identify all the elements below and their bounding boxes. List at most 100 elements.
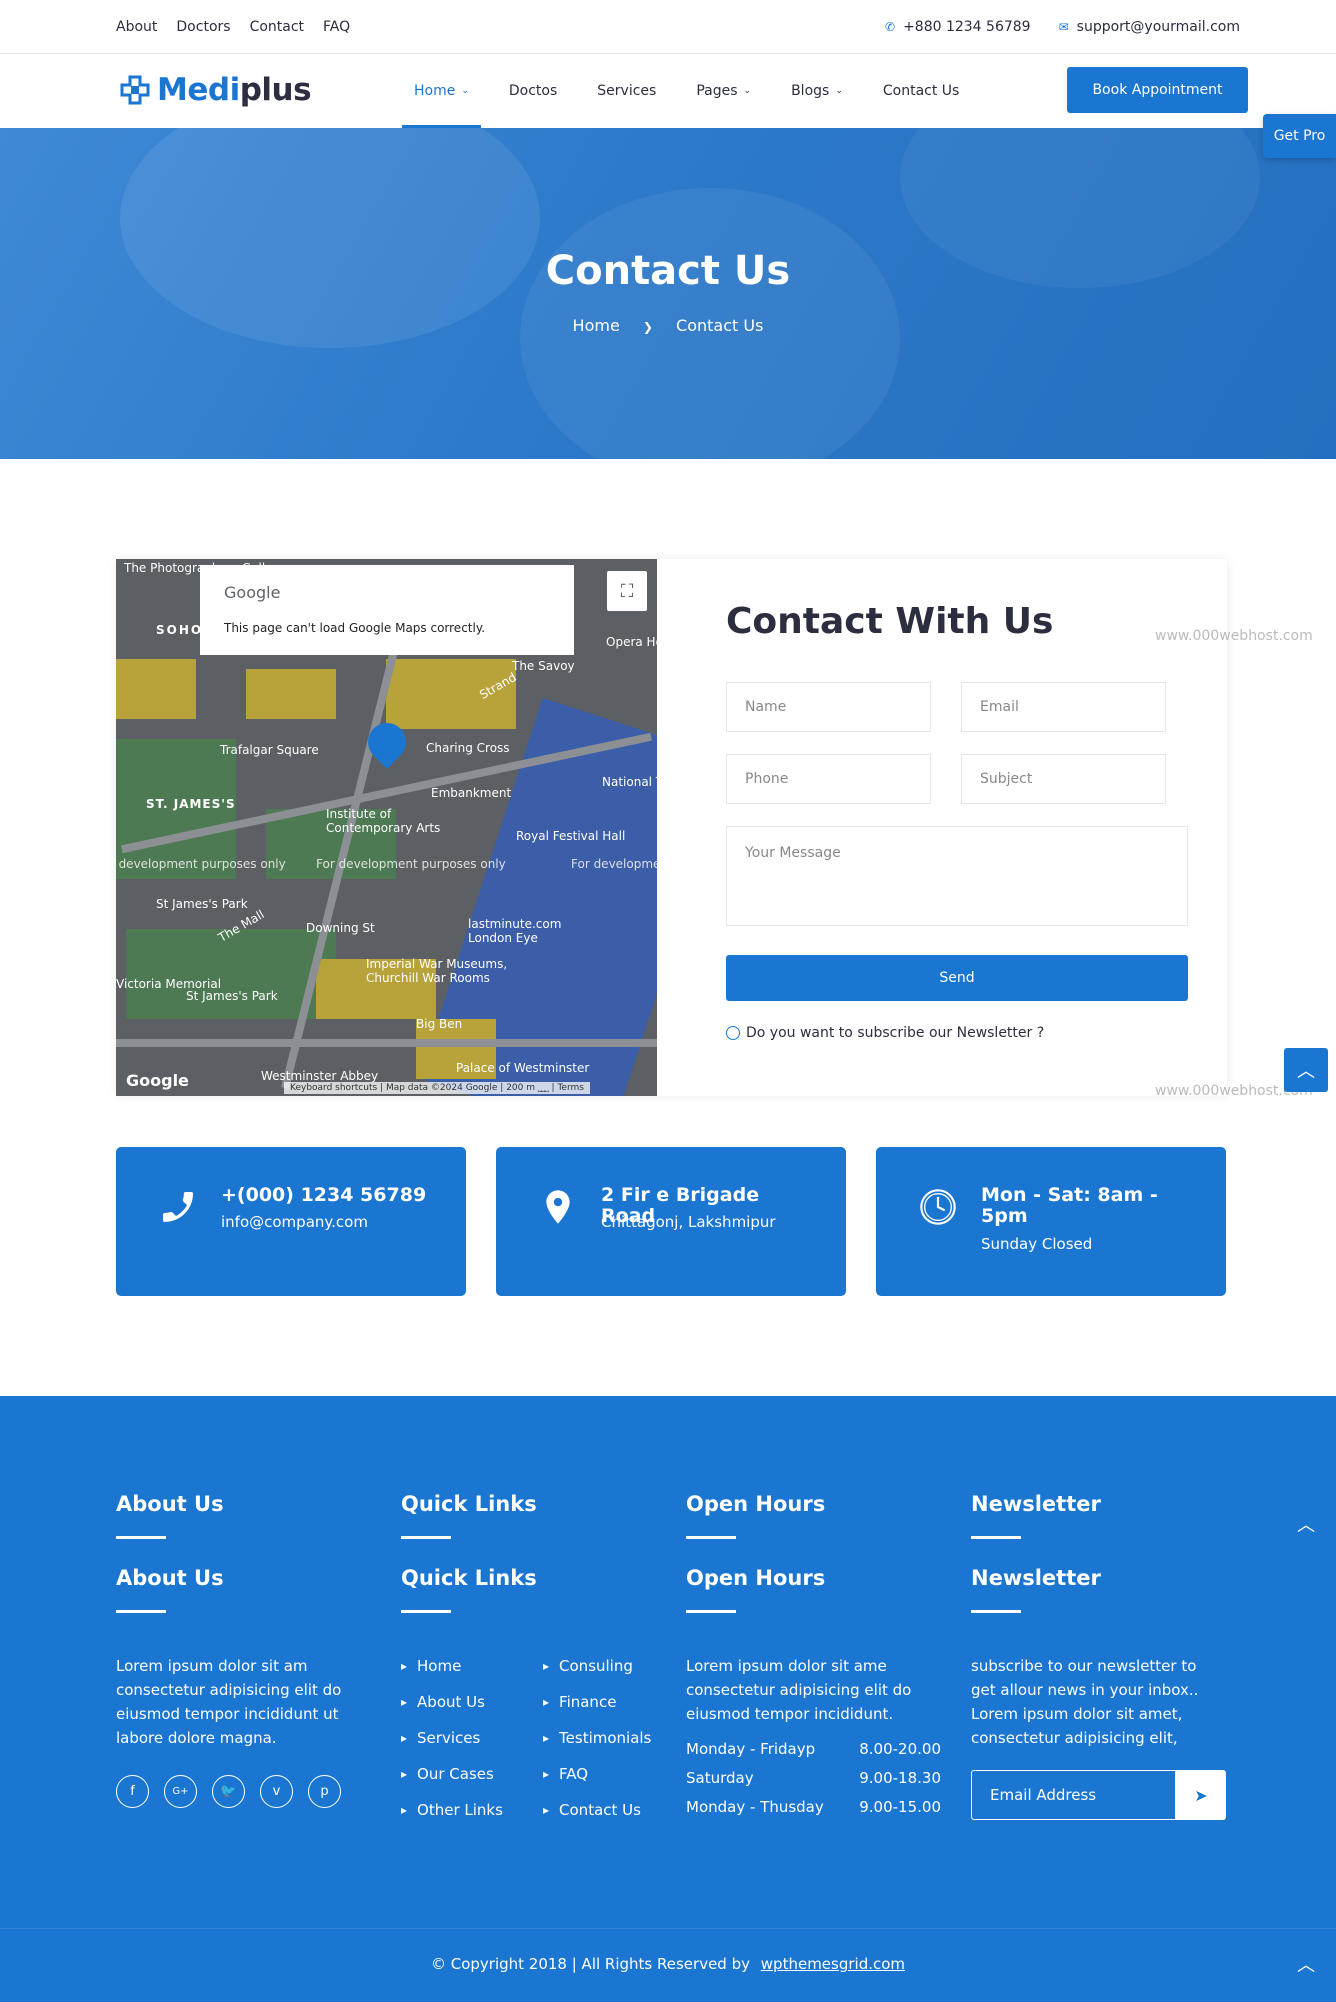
map-label: Opera House <box>606 635 657 649</box>
info-card-sub: info@company.com <box>221 1213 368 1231</box>
name-field[interactable]: Name <box>726 682 931 732</box>
nav-item-contact-us[interactable]: Contact Us <box>871 54 971 128</box>
fullscreen-icon[interactable]: ⛶ <box>607 571 647 611</box>
scroll-to-top-button[interactable]: ︿ <box>1284 1048 1328 1092</box>
topbar-phone-text: +880 1234 56789 <box>903 18 1031 35</box>
nav-label: Doctos <box>508 83 558 99</box>
newsletter-checkbox-label: Do you want to subscribe our Newsletter … <box>746 1025 1045 1041</box>
footer-link-other-links[interactable]: Other Links <box>401 1792 503 1828</box>
logo-text-dark: plus <box>239 72 312 108</box>
send-button[interactable]: Send <box>726 955 1188 1001</box>
chevron-right-icon: ❯ <box>642 320 653 334</box>
keyboard-shortcuts-link[interactable]: Keyboard shortcuts <box>290 1083 377 1093</box>
footer-link-finance[interactable]: Finance <box>543 1684 651 1720</box>
footer-link-testimonials[interactable]: Testimonials <box>543 1720 651 1756</box>
footer-link-services[interactable]: Services <box>401 1720 503 1756</box>
footer-link-about-us[interactable]: About Us <box>401 1684 503 1720</box>
contact-section: The Photographers Gallery SOHO Trafalgar… <box>116 559 1227 1096</box>
clock-icon <box>920 1189 956 1225</box>
hours-day: Saturday <box>686 1769 754 1787</box>
footer-newsletter-text: subscribe to our newsletter to get allou… <box>971 1657 1199 1747</box>
map-embed[interactable]: The Photographers Gallery SOHO Trafalgar… <box>116 559 657 1096</box>
info-card-title: Mon - Sat: 8am - 5pm <box>981 1184 1158 1227</box>
nav-item-doctors[interactable]: Doctos <box>497 54 569 128</box>
map-pin-icon <box>546 1190 570 1224</box>
nav-item-blogs[interactable]: Blogs ⌄ <box>779 54 855 128</box>
map-label: Institute of Contemporary Arts <box>326 807 441 835</box>
copyright-link[interactable]: wpthemesgrid.com <box>761 1955 905 1973</box>
map-label: Embankment <box>431 786 512 800</box>
map-label: National Th <box>602 775 657 789</box>
google-plus-icon[interactable]: G+ <box>164 1775 197 1808</box>
message-textarea[interactable]: Your Message <box>726 826 1188 926</box>
topbar-contact: ✆ +880 1234 56789 ✉ support@yourmail.com <box>885 19 1240 35</box>
footer-heading-quick-links: Quick Links <box>401 1492 537 1516</box>
heading-underline <box>116 1536 166 1539</box>
main-header: Mediplus Home ⌄ Doctos Services Pages ⌄ Bl… <box>0 54 1336 128</box>
topbar-link-doctors[interactable]: Doctors <box>176 19 230 35</box>
footer-about-text: Lorem ipsum dolor sit am consectetur adi… <box>116 1657 342 1747</box>
map-attribution: Keyboard shortcuts | Map data ©2024 Goog… <box>284 1082 590 1094</box>
footer-link-our-cases[interactable]: Our Cases <box>401 1756 503 1792</box>
medical-cross-icon <box>120 75 150 105</box>
footer-heading-newsletter: Newsletter <box>971 1492 1101 1516</box>
topbar-phone[interactable]: ✆ +880 1234 56789 <box>885 19 1031 35</box>
phone-field[interactable]: Phone <box>726 754 931 804</box>
scroll-to-top-button[interactable]: ︿ <box>1284 1502 1328 1546</box>
heading-underline <box>401 1536 451 1539</box>
newsletter-email-input[interactable]: Email Address <box>971 1770 1176 1820</box>
email-field[interactable]: Email <box>961 682 1166 732</box>
chevron-down-icon: ⌄ <box>835 86 843 96</box>
hours-time: 9.00-15.00 <box>859 1798 941 1816</box>
pinterest-icon[interactable]: p <box>308 1775 341 1808</box>
info-cards: +(000) 1234 56789 info@company.com 2 Fir… <box>116 1147 1226 1296</box>
subject-field[interactable]: Subject <box>961 754 1166 804</box>
map-label: Trafalgar Square <box>220 743 319 757</box>
map-block <box>246 669 336 719</box>
info-card-sub: Sunday Closed <box>981 1235 1093 1253</box>
breadcrumb-home[interactable]: Home <box>573 316 620 335</box>
map-watermark: For development purposes only <box>316 857 506 871</box>
info-card-sub: Chittagonj, Lakshmipur <box>601 1213 776 1231</box>
nav-item-home[interactable]: Home ⌄ <box>402 54 481 128</box>
scroll-to-top-button[interactable]: ︿ <box>1284 1942 1328 1986</box>
breadcrumb-current: Contact Us <box>676 316 764 335</box>
footer-link-home[interactable]: Home <box>401 1648 503 1684</box>
chevron-down-icon: ⌄ <box>461 86 469 96</box>
map-label: Downing St <box>306 921 375 935</box>
topbar-link-faq[interactable]: FAQ <box>323 19 350 35</box>
get-pro-button[interactable]: Get Pro <box>1263 114 1336 158</box>
footer-link-consuling[interactable]: Consuling <box>543 1648 651 1684</box>
vimeo-icon[interactable]: v <box>260 1775 293 1808</box>
footer-link-contact-us[interactable]: Contact Us <box>543 1792 651 1828</box>
topbar-email[interactable]: ✉ support@yourmail.com <box>1059 19 1240 35</box>
book-appointment-button[interactable]: Book Appointment <box>1067 67 1248 113</box>
breadcrumb-hero: Contact Us Home ❯ Contact Us <box>0 128 1336 459</box>
nav-item-services[interactable]: Services <box>585 54 668 128</box>
info-card-phone: +(000) 1234 56789 info@company.com <box>116 1147 466 1296</box>
newsletter-checkbox[interactable]: Do you want to subscribe our Newsletter … <box>726 1025 1166 1041</box>
form-row: Name Email <box>726 682 1166 732</box>
twitter-icon[interactable]: 🐦 <box>212 1775 245 1808</box>
facebook-icon[interactable]: f <box>116 1775 149 1808</box>
heading-underline <box>116 1610 166 1613</box>
social-links: f G+ 🐦 v p <box>116 1775 341 1808</box>
paper-plane-icon[interactable]: ➤ <box>1176 1770 1226 1820</box>
logo[interactable]: Mediplus <box>119 72 312 108</box>
info-card-title: +(000) 1234 56789 <box>221 1184 427 1206</box>
topbar-link-about[interactable]: About <box>116 19 157 35</box>
hours-day: Monday - Thusday <box>686 1798 824 1816</box>
hero-bg-shape <box>120 128 540 348</box>
topbar-link-contact[interactable]: Contact <box>250 19 304 35</box>
terms-link[interactable]: Terms <box>557 1083 584 1093</box>
google-logo[interactable]: Google <box>126 1071 189 1090</box>
radio-circle-icon[interactable] <box>726 1026 740 1040</box>
phone-icon <box>163 1192 193 1222</box>
map-label: Palace of Westminster <box>456 1061 590 1075</box>
phone-icon: ✆ <box>885 19 896 34</box>
nav-label: Contact Us <box>882 83 960 99</box>
nav-item-pages[interactable]: Pages ⌄ <box>684 54 763 128</box>
footer-link-faq[interactable]: FAQ <box>543 1756 651 1792</box>
nav-label: Blogs <box>791 83 830 99</box>
logo-text-blue: Medi <box>157 72 240 108</box>
